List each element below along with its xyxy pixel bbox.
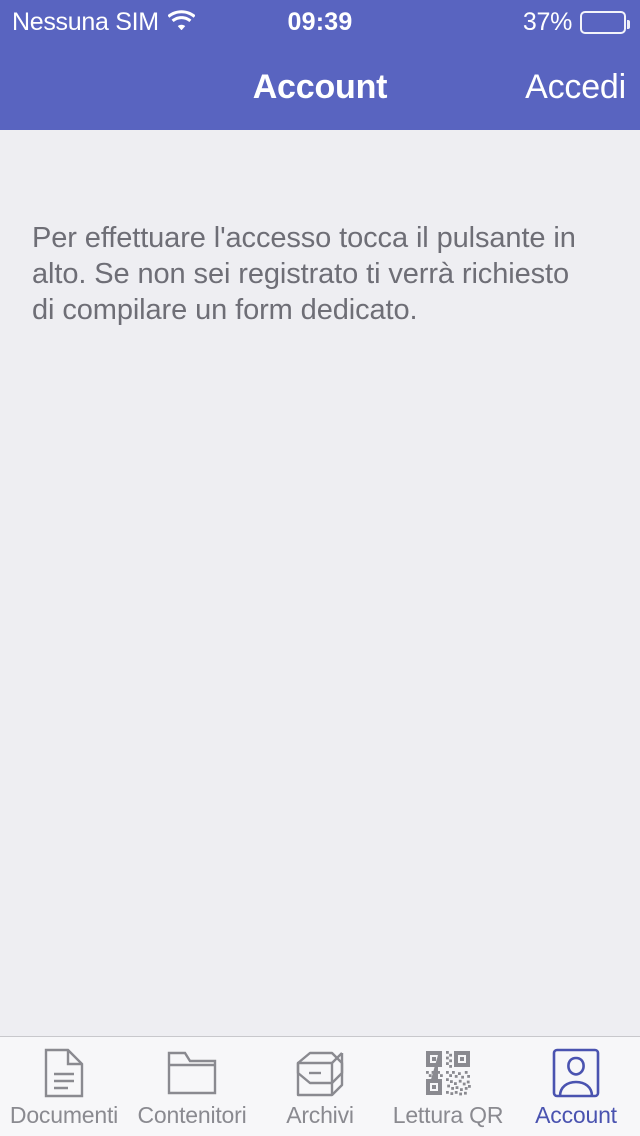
status-bar: Nessuna SIM 09:39 37% [0, 0, 640, 44]
tab-bar: Documenti Contenitori Archivi Lettura QR… [0, 1036, 640, 1136]
tab-label-contenitori: Contenitori [137, 1102, 247, 1128]
box-icon [292, 1047, 348, 1099]
tab-label-lettura-qr: Lettura QR [392, 1102, 504, 1128]
status-bar-right: 37% [522, 0, 630, 44]
person-frame-icon [548, 1047, 604, 1099]
tab-label-archivi: Archivi [286, 1102, 354, 1128]
tab-documenti[interactable]: Documenti [0, 1037, 128, 1136]
content-area: Per effettuare l'accesso tocca il pulsan… [0, 130, 640, 1036]
battery-percent-label: 37% [522, 7, 572, 36]
tab-archivi[interactable]: Archivi [256, 1037, 384, 1136]
account-info-text: Per effettuare l'accesso tocca il pulsan… [32, 222, 576, 326]
tab-label-account: Account [535, 1102, 617, 1128]
folder-icon [164, 1047, 220, 1099]
document-icon [36, 1047, 92, 1099]
navigation-bar: Account Accedi [0, 44, 640, 130]
login-button[interactable]: Accedi [525, 44, 626, 130]
tab-contenitori[interactable]: Contenitori [128, 1037, 256, 1136]
app-screen: Nessuna SIM 09:39 37% Account Accedi Per… [0, 0, 640, 1136]
battery-icon [580, 10, 630, 34]
clock-label: 09:39 [287, 7, 353, 36]
qr-code-icon [420, 1047, 476, 1099]
tab-account[interactable]: Account [512, 1037, 640, 1136]
tab-lettura-qr[interactable]: Lettura QR [384, 1037, 512, 1136]
tab-label-documenti: Documenti [9, 1102, 119, 1128]
